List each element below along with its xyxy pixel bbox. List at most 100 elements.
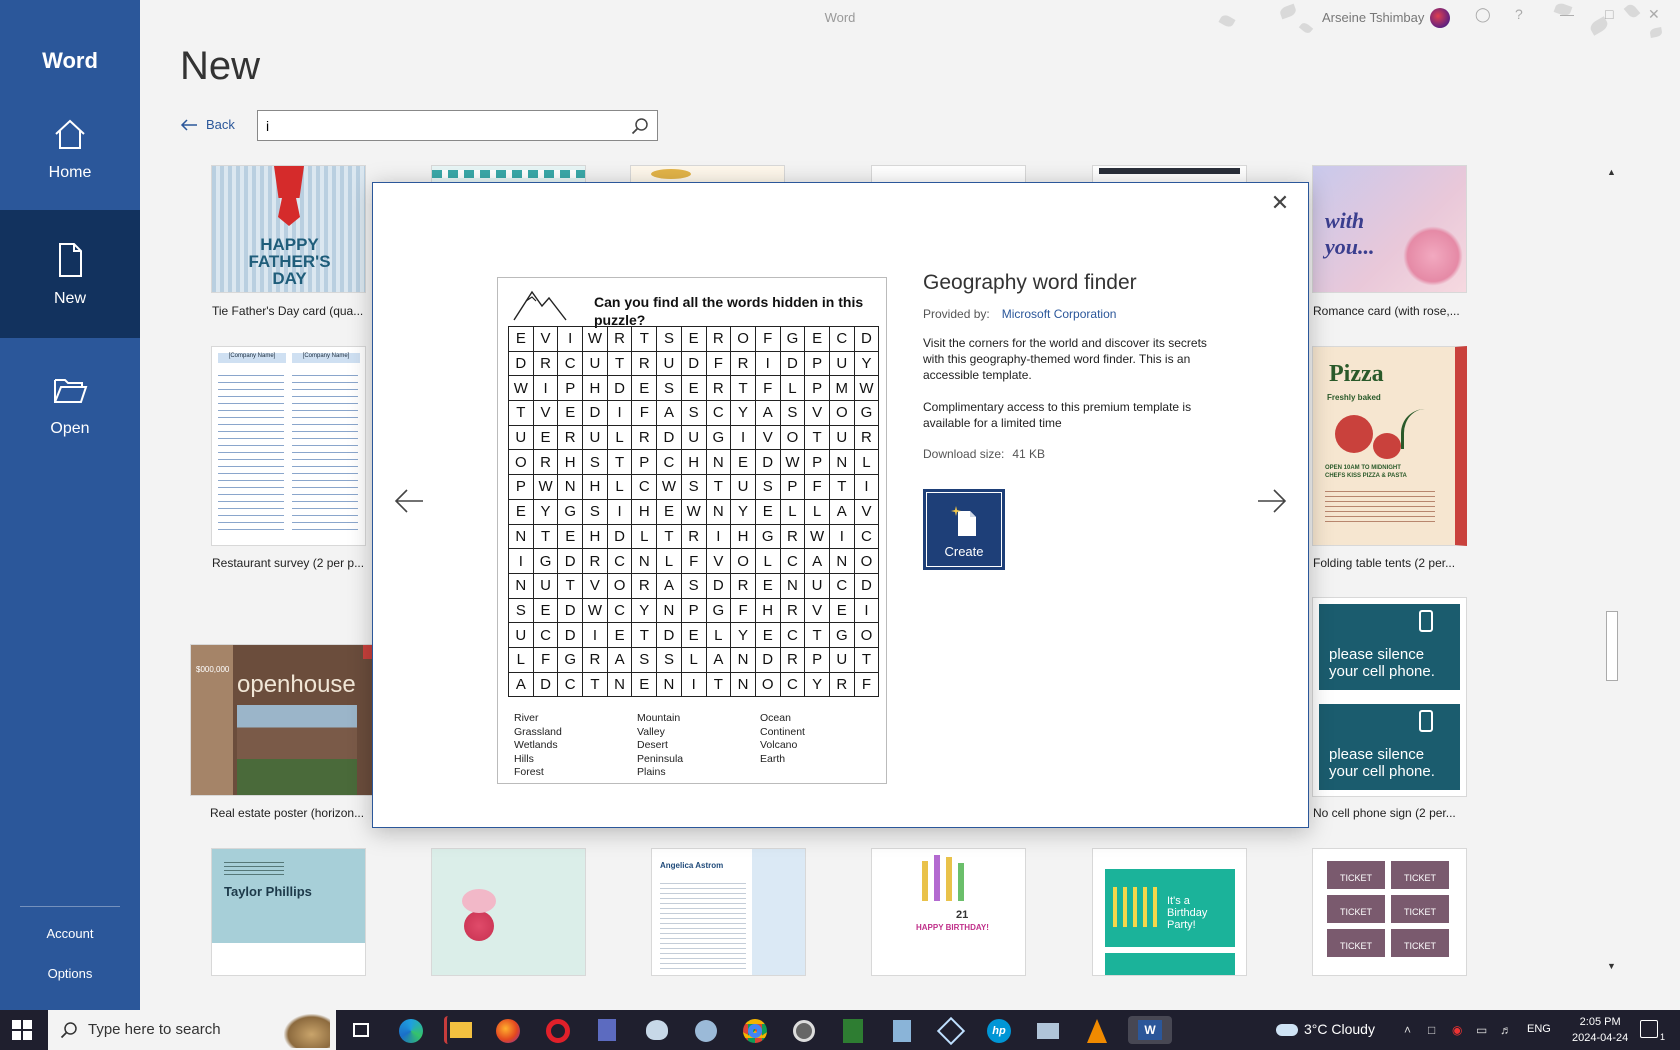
thumb-text: [Company Name] (292, 353, 360, 363)
user-name[interactable]: Arseine Tshimbay (1322, 10, 1424, 25)
grid-cell: G (557, 498, 584, 525)
nav-item-open[interactable]: Open (0, 340, 140, 468)
nav-item-options[interactable]: Options (20, 966, 120, 981)
people-icon[interactable]: ◯ (1475, 6, 1491, 23)
firefox-icon[interactable] (493, 1016, 523, 1044)
word-taskbar-icon[interactable]: W (1128, 1016, 1172, 1044)
create-button[interactable]: Create (923, 489, 1005, 570)
maximize-icon[interactable]: □ (1605, 6, 1613, 22)
help-icon[interactable]: ? (1515, 6, 1523, 22)
network-icon[interactable]: ▭ (1476, 1023, 1487, 1037)
grid-cell: R (853, 424, 880, 451)
grid-cell: R (582, 646, 608, 673)
opera-icon[interactable] (543, 1016, 573, 1044)
template-tile-resume[interactable]: Angelica Astrom (651, 848, 806, 976)
chevron-up-icon[interactable]: ˄ (1404, 1023, 1411, 1037)
clock[interactable]: 2:05 PM 2024-04-24 (1572, 1014, 1628, 1046)
template-tile[interactable] (630, 165, 785, 183)
security-alert-icon[interactable]: ◉ (1452, 1023, 1462, 1037)
task-view-icon[interactable] (346, 1016, 376, 1044)
hp-icon[interactable]: hp (984, 1016, 1014, 1044)
template-tile[interactable] (431, 165, 586, 183)
calculator-icon[interactable] (592, 1016, 622, 1044)
scroll-up-icon[interactable]: ▲ (1607, 167, 1616, 177)
grid-cell: E (680, 326, 707, 352)
grid-cell: S (582, 498, 608, 525)
template-tile[interactable] (871, 165, 1026, 183)
grid-cell: D (557, 597, 584, 624)
template-label: Romance card (with rose,... (1313, 304, 1460, 318)
minimize-icon[interactable]: — (1560, 6, 1574, 22)
thumb-text: 21 (956, 909, 969, 921)
weather-widget[interactable]: 3°C Cloudy (1276, 1021, 1375, 1037)
grid-cell: R (779, 523, 806, 550)
grid-cell: R (631, 424, 658, 451)
template-tile-pizza[interactable]: Pizza Freshly baked OPEN 10AM TO MIDNIGH… (1312, 346, 1467, 546)
template-tile-real-estate[interactable]: $000,000 openhouse (190, 644, 375, 796)
thumb-text: please silence your cell phone. (1329, 746, 1435, 780)
meet-now-icon[interactable]: □ (1428, 1023, 1435, 1037)
notifications-icon[interactable] (1640, 1020, 1658, 1038)
edge-icon[interactable] (396, 1016, 426, 1044)
grid-cell: W (680, 498, 707, 525)
gallery-scrollbar[interactable]: ▲ ▼ (1604, 165, 1620, 975)
thumb-text: TICKET (1327, 929, 1385, 957)
grid-cell: G (705, 424, 732, 451)
grid-cell: H (582, 474, 608, 500)
grid-cell: F (754, 375, 781, 402)
cloud-icon (1276, 1024, 1298, 1037)
template-tile-fathers-day[interactable]: HAPPY FATHER'S DAY (211, 165, 366, 293)
draw-app-icon[interactable] (691, 1016, 721, 1044)
vlc-icon[interactable] (1082, 1016, 1112, 1044)
avatar[interactable] (1430, 8, 1450, 28)
grid-cell: Y (730, 498, 756, 525)
paint-icon[interactable] (642, 1016, 672, 1044)
scrollbar-thumb[interactable] (1606, 611, 1618, 681)
spreadsheet-chart-icon[interactable] (838, 1016, 868, 1044)
windows-start-icon[interactable] (12, 1020, 32, 1040)
next-template-arrow-icon[interactable] (1254, 483, 1290, 519)
grid-cell: E (680, 622, 707, 648)
video-player-icon[interactable] (789, 1016, 819, 1044)
search-icon[interactable] (631, 117, 649, 135)
scroll-down-icon[interactable]: ▼ (1607, 961, 1616, 971)
template-tile-romance[interactable]: with you... (1312, 165, 1467, 293)
file-explorer-icon[interactable] (444, 1016, 474, 1044)
grid-cell: N (508, 572, 534, 599)
grid-row: NUTVORASDRENUCD (508, 572, 880, 599)
notepad-icon[interactable] (887, 1016, 917, 1044)
template-search-box[interactable] (257, 110, 658, 141)
previous-template-arrow-icon[interactable] (391, 483, 427, 519)
template-tile[interactable] (1092, 165, 1247, 183)
provider-link[interactable]: Microsoft Corporation (1002, 307, 1117, 321)
word-item: Plains (637, 766, 666, 778)
grid-cell: U (828, 424, 855, 451)
template-tile-birthday[interactable]: 21 HAPPY BIRTHDAY! (871, 848, 1026, 976)
template-tile-cell-phone[interactable]: please silence your cell phone. please s… (1312, 597, 1467, 797)
taskbar-search[interactable]: Type here to search (48, 1010, 336, 1050)
template-tile-restaurant-survey[interactable]: [Company Name] [Company Name] (211, 346, 366, 546)
chrome-icon[interactable] (740, 1016, 770, 1044)
grid-cell: N (508, 523, 534, 550)
grid-row: EVIWRTSEROFGECD (508, 326, 880, 352)
template-tile-business-card[interactable]: Taylor Phillips (211, 848, 366, 976)
grid-cell: R (631, 350, 658, 377)
back-button[interactable]: Back (180, 117, 235, 132)
grid-cell: R (532, 350, 559, 377)
volume-icon[interactable]: ♬ (1500, 1023, 1512, 1037)
language-indicator[interactable]: ENG (1527, 1023, 1551, 1035)
template-tile-party[interactable]: It's a Birthday Party! (1092, 848, 1247, 976)
grid-cell: C (532, 622, 559, 648)
word-item: Peninsula (637, 752, 684, 765)
template-tile-tickets[interactable]: TICKET TICKET TICKET TICKET TICKET TICKE… (1312, 848, 1467, 976)
nav-item-account[interactable]: Account (20, 926, 120, 941)
search-input[interactable] (258, 111, 618, 140)
printer-icon[interactable] (1033, 1016, 1063, 1044)
close-window-icon[interactable]: ✕ (1648, 6, 1660, 23)
nav-item-new[interactable]: New (0, 210, 140, 338)
3d-box-icon[interactable] (936, 1016, 966, 1046)
close-dialog-button[interactable]: ✕ (1266, 189, 1294, 217)
grid-cell: V (532, 400, 559, 426)
grid-cell: E (680, 375, 707, 402)
template-tile-easter[interactable] (431, 848, 586, 976)
